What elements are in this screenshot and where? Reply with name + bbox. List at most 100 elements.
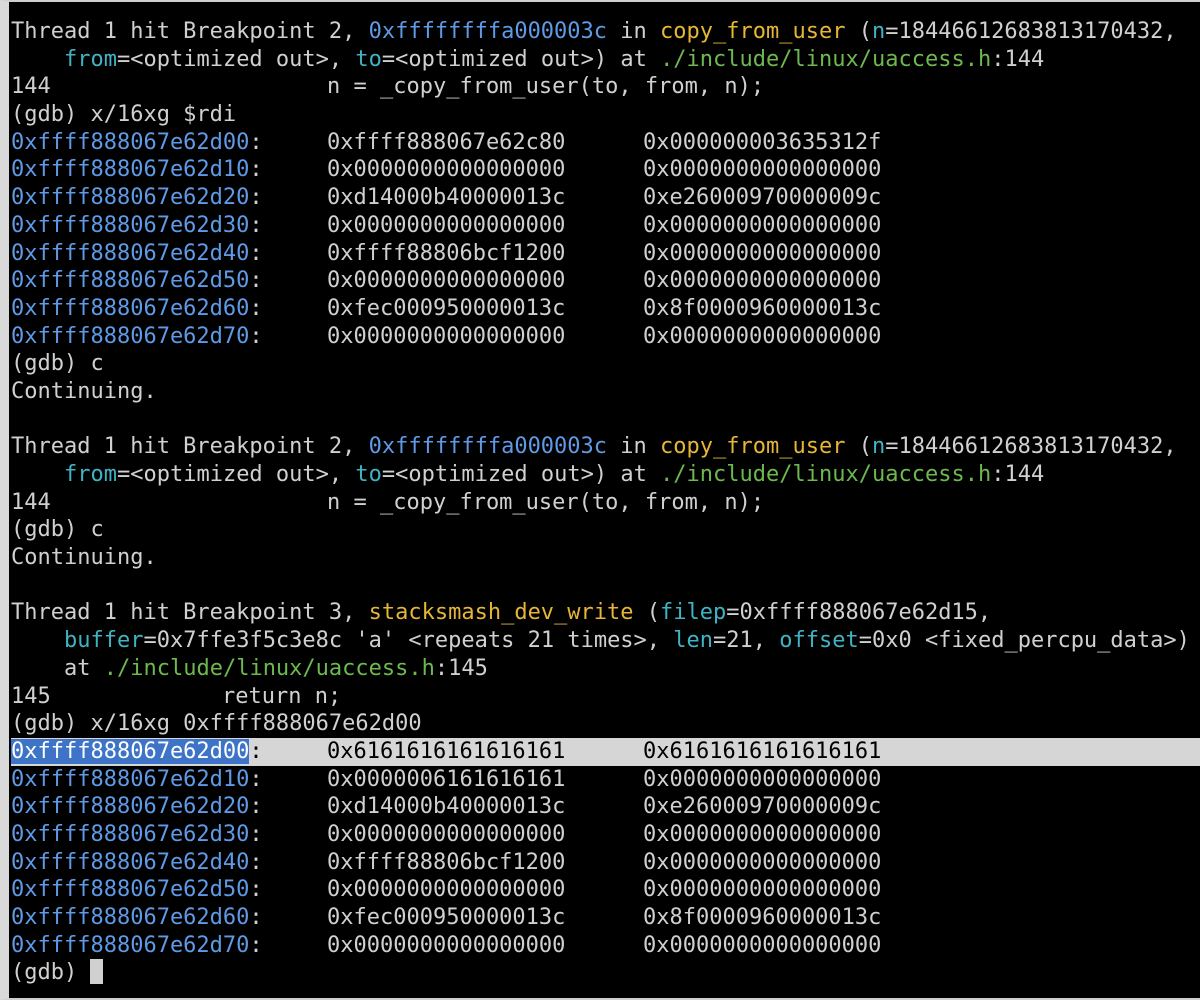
source-code: return n; (222, 683, 342, 709)
source-file-path: ./include/linux/uaccess.h (660, 462, 992, 487)
memory-address[interactable]: 0xffff888067e62d00 (11, 130, 249, 155)
in-text: in (607, 19, 661, 44)
memory-value: 0xd14000b40000013c (327, 794, 566, 820)
bp-location-line: at ./include/linux/uaccess.h:145 (11, 655, 1200, 683)
memory-value: 0x0000000000000000 (643, 932, 882, 958)
memory-value: 0x000000003635312f (643, 129, 882, 155)
source-line-number: 145 (11, 683, 51, 709)
arg-name: n (871, 434, 886, 460)
memory-address-cell: 0xffff888067e62d70: (11, 932, 327, 960)
memory-address-cell: 0xffff888067e62d40: (11, 240, 327, 268)
arg-value: =18446612683813170432, (885, 19, 1177, 44)
memory-address[interactable]: 0xffff888067e62d70 (11, 933, 249, 958)
memory-row: 0xffff888067e62d00: 0xffff888067e62c80 0x0… (11, 129, 1200, 157)
memory-value: 0x0000000000000000 (327, 212, 566, 238)
function-name: copy_from_user (660, 19, 846, 44)
memory-address[interactable]: 0xffff888067e62d30 (11, 822, 249, 847)
memory-value: 0x0000000000000000 (327, 877, 566, 903)
gdb-command-line: (gdb) x/16xg $rdi (11, 102, 237, 128)
memory-address[interactable]: 0xffff888067e62d50 (11, 877, 249, 902)
memory-value: 0x6161616161616161 (327, 738, 566, 764)
memory-value: 0x0000000000000000 (643, 157, 882, 183)
arg-name: n (871, 19, 886, 44)
memory-value: 0xd14000b40000013c (327, 185, 566, 211)
source-line-number: 144 (11, 74, 51, 100)
address-colon: : (249, 766, 263, 792)
memory-address-cell: 0xffff888067e62d50: (11, 876, 327, 904)
memory-row: 0xffff888067e62d30: 0x0000000000000000 0x0… (11, 821, 1200, 849)
memory-value: 0x8f0000960000013c (643, 905, 882, 930)
paren-text: ( (633, 600, 661, 626)
source-line: 144 n = _copy_from_user(to, from, n); (11, 489, 1200, 517)
memory-address-cell: 0xffff888067e62d00: (11, 738, 327, 766)
gdb-terminal[interactable]: Thread 1 hit Breakpoint 2, 0xffffffffa00… (0, 0, 1200, 1000)
memory-address[interactable]: 0xffff888067e62d50 (11, 268, 249, 293)
memory-row: 0xffff888067e62d70: 0x0000000000000000 0x0… (11, 932, 1200, 960)
memory-value: 0xffff888067e62c80 (327, 129, 566, 155)
arg-name: buffer (64, 628, 144, 654)
address-colon: : (249, 821, 263, 847)
memory-value: 0x8f0000960000013c (643, 295, 882, 321)
memory-address-cell: 0xffff888067e62d60: (11, 904, 327, 932)
memory-address-cell: 0xffff888067e62d70: (11, 323, 327, 351)
source-line-ref: :144 (991, 46, 1045, 72)
memory-address[interactable]: 0xffff888067e62d10 (11, 157, 249, 182)
arg-value: =0x0 <fixed_percpu_data>) (858, 628, 1190, 654)
arg-name: from (64, 46, 117, 72)
address-colon: : (249, 212, 263, 238)
pc-address: 0xffffffffa000003c (368, 434, 608, 460)
address-colon: : (249, 240, 263, 266)
memory-row: 0xffff888067e62d60: 0xfec000950000013c 0x8… (11, 904, 1200, 932)
gdb-command-line: (gdb) c (11, 517, 104, 543)
memory-address-cell: 0xffff888067e62d30: (11, 821, 327, 849)
memory-dump-1: 0xffff888067e62d00: 0xffff888067e62c80 0x0… (11, 129, 1200, 351)
memory-address[interactable]: 0xffff888067e62d40 (11, 850, 249, 875)
gdb-command-line: (gdb) c (11, 351, 104, 377)
memory-value: 0xffff88806bcf1200 (327, 849, 566, 875)
memory-address-cell: 0xffff888067e62d40: (11, 849, 327, 877)
memory-row: 0xffff888067e62d20: 0xd14000b40000013c 0xe… (11, 793, 1200, 821)
memory-value: 0x0000000000000000 (643, 268, 882, 294)
address-colon: : (249, 185, 263, 211)
memory-address[interactable]: 0xffff888067e62d40 (11, 241, 249, 266)
arg-value: =0x7ffe3f5c3e8c 'a' <repeats 21 times>, (143, 628, 674, 654)
memory-value: 0x0000000000000000 (327, 268, 566, 294)
memory-address-cell: 0xffff888067e62d20: (11, 793, 327, 821)
address-colon: : (249, 877, 263, 903)
memory-address[interactable]: 0xffff888067e62d00 (11, 738, 250, 764)
in-text: in (607, 434, 661, 460)
memory-address[interactable]: 0xffff888067e62d60 (11, 296, 249, 321)
continuing-text: Continuing. (11, 545, 157, 571)
memory-value: 0xe26000970000009c (643, 185, 882, 211)
address-colon: : (249, 932, 263, 958)
memory-address[interactable]: 0xffff888067e62d20 (11, 185, 249, 210)
memory-address[interactable]: 0xffff888067e62d70 (11, 324, 249, 349)
memory-value: 0xe26000970000009c (643, 794, 882, 820)
arg-value: =<optimized out>) at (381, 46, 661, 72)
gdb-prompt-line[interactable]: (gdb) (11, 959, 1200, 987)
paren-text: ( (845, 434, 872, 460)
arg-name: filep (660, 600, 727, 626)
source-line-ref: :145 (434, 655, 488, 681)
memory-value: 0x0000006161616161 (327, 766, 566, 792)
gdb-command-line: (gdb) x/16xg 0xffff888067e62d00 (11, 711, 422, 737)
memory-value: 0x0000000000000000 (327, 821, 566, 847)
memory-value: 0x0000000000000000 (327, 932, 566, 958)
address-colon: : (249, 905, 263, 930)
memory-address[interactable]: 0xffff888067e62d10 (11, 767, 249, 792)
arg-name: to (355, 46, 382, 72)
bp-hit-line: Thread 1 hit Breakpoint 2, 0xffffffffa00… (11, 18, 1200, 46)
memory-value: 0x0000000000000000 (643, 877, 882, 903)
memory-value: 0x0000000000000000 (643, 323, 882, 349)
memory-address[interactable]: 0xffff888067e62d20 (11, 794, 249, 819)
memory-value: 0xfec000950000013c (327, 905, 566, 930)
memory-address[interactable]: 0xffff888067e62d60 (11, 905, 249, 930)
source-code: n = _copy_from_user(to, from, n); (327, 489, 765, 515)
memory-row: 0xffff888067e62d40: 0xffff88806bcf1200 0x0… (11, 849, 1200, 877)
memory-value: 0x0000000000000000 (643, 240, 882, 266)
address-colon: : (249, 129, 263, 155)
memory-address[interactable]: 0xffff888067e62d30 (11, 213, 249, 238)
bp-hit-args-line: buffer=0x7ffe3f5c3e8c 'a' <repeats 21 ti… (11, 627, 1200, 655)
bp-hit-line: Thread 1 hit Breakpoint 2, 0xffffffffa00… (11, 433, 1200, 461)
address-colon: : (249, 849, 263, 875)
